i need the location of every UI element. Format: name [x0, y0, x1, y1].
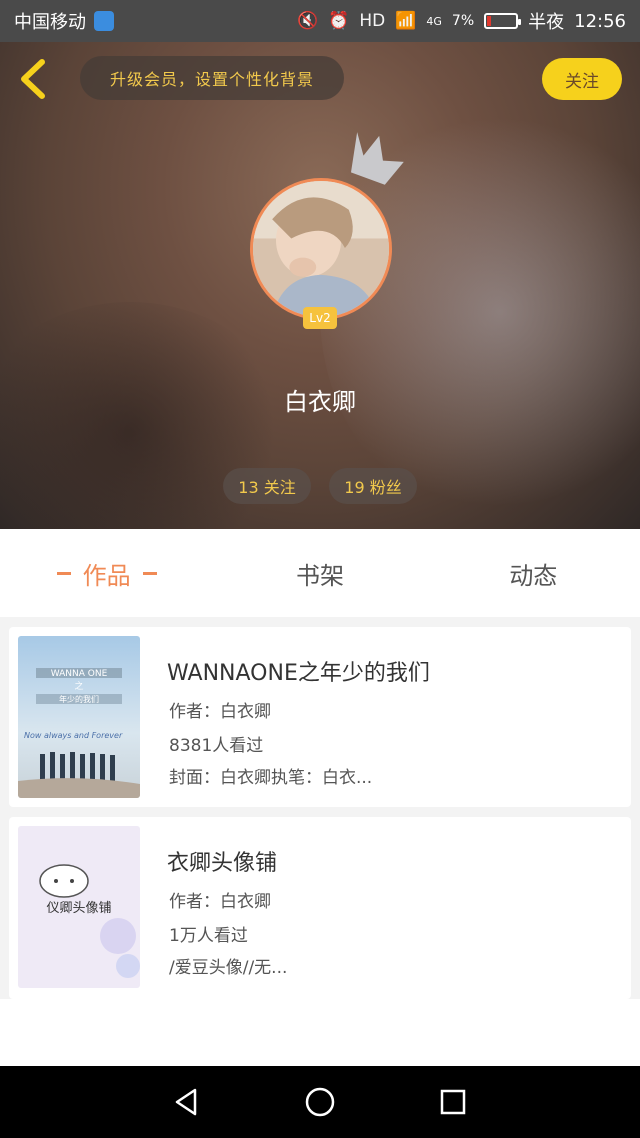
system-nav-bar — [0, 1066, 640, 1138]
wifi-icon: 📶 — [395, 11, 417, 31]
book-author: 作者：白衣卿 — [169, 702, 271, 722]
clock-label: 12:56 — [574, 10, 626, 32]
carrier-label: 中国移动 — [14, 12, 86, 33]
fans-count-button[interactable]: 19 粉丝 — [329, 468, 417, 504]
nav-recents-button[interactable] — [433, 1082, 473, 1122]
work-card[interactable]: 仪卿头像铺 衣卿头像铺 作者：白衣卿 1万人看过 /爱豆头像//无... — [9, 817, 631, 999]
avatar[interactable] — [250, 178, 392, 320]
hd-icon: HD — [359, 11, 386, 31]
cover-subtitle-text: 年少的我们 — [59, 694, 99, 704]
following-count-button[interactable]: 13 关注 — [223, 468, 311, 504]
profile-tabs: 作品 书架 动态 — [0, 529, 640, 617]
username: 白衣卿 — [284, 388, 356, 416]
cover-title-text: WANNA ONE — [51, 669, 108, 679]
back-arrow-icon — [21, 59, 45, 99]
nav-back-button[interactable] — [167, 1082, 207, 1122]
network-label: 4G — [426, 14, 442, 28]
tab-indicator-right — [142, 571, 157, 575]
book-views: 1万人看过 — [169, 926, 248, 946]
book-description: /爱豆头像//无... — [169, 958, 288, 978]
battery-icon — [484, 13, 522, 29]
period-label: 半夜 — [528, 12, 565, 33]
book-views: 8381人看过 — [169, 736, 264, 756]
square-recents-icon — [441, 1089, 466, 1115]
cover-connector-text: 之 — [74, 680, 83, 692]
book-cover: 仪卿头像铺 — [18, 826, 140, 988]
tab-bookshelf[interactable]: 书架 — [213, 529, 426, 617]
tab-indicator-left — [56, 571, 71, 575]
shield-icon — [94, 11, 114, 31]
book-author: 作者：白衣卿 — [169, 892, 271, 912]
tab-works[interactable]: 作品 — [0, 529, 213, 617]
profile-screen: 中国移动 🔇 ⏰ HD 📶 4G 7% 半夜 12:56 升级会员，设置个性化背… — [0, 0, 640, 1138]
upgrade-notice[interactable]: 升级会员，设置个性化背景 — [80, 56, 344, 100]
book-title: WANNAONE之年少的我们 — [167, 661, 430, 686]
mute-icon: 🔇 — [296, 11, 319, 31]
triangle-back-icon — [175, 1088, 196, 1116]
circle-home-icon — [305, 1087, 335, 1117]
book-title: 衣卿头像铺 — [167, 851, 278, 876]
tab-activity[interactable]: 动态 — [427, 529, 640, 617]
book-cover: WANNA ONE 之 年少的我们 Now always and Forever — [18, 636, 140, 798]
cover-title-text: 仪卿头像铺 — [46, 901, 111, 916]
tab-activity-label: 动态 — [509, 561, 558, 590]
tab-works-label: 作品 — [82, 561, 131, 590]
status-bar: 中国移动 🔇 ⏰ HD 📶 4G 7% 半夜 12:56 — [0, 0, 640, 42]
book-description: 封面：白衣卿执笔：白衣... — [169, 768, 373, 788]
nav-home-button[interactable] — [300, 1082, 340, 1122]
tab-bookshelf-label: 书架 — [295, 561, 344, 590]
battery-percent: 7% — [451, 13, 475, 29]
cover-slogan-text: Now always and Forever — [24, 731, 123, 740]
alarm-icon: ⏰ — [328, 11, 350, 31]
back-button[interactable] — [14, 56, 54, 102]
level-badge: Lv2 — [303, 307, 337, 329]
list-bottom-area — [0, 999, 640, 1066]
follow-button[interactable]: 关注 — [542, 58, 622, 100]
profile-header: 升级会员，设置个性化背景 关注 Lv2 白衣卿 13 关注 19 粉丝 — [0, 42, 640, 529]
work-card[interactable]: WANNA ONE 之 年少的我们 Now always and Forever… — [9, 627, 631, 807]
